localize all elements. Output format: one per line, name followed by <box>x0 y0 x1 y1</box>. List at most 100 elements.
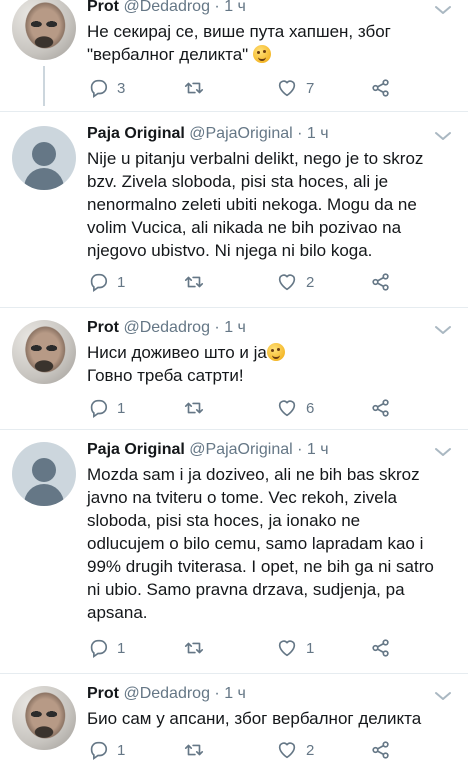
retweet-button[interactable] <box>183 76 213 100</box>
author-handle[interactable]: @Dedadrog <box>123 319 210 336</box>
avatar[interactable] <box>12 0 76 60</box>
tweet-line: sloboda, pisi sta hoces, ja ionako ne <box>87 511 361 530</box>
reply-count: 1 <box>117 273 126 291</box>
retweet-button[interactable] <box>183 738 213 762</box>
author-handle[interactable]: @PajaOriginal <box>189 125 292 142</box>
reply-count: 1 <box>117 639 126 657</box>
separator-dot: · <box>297 441 303 458</box>
chevron-down-icon[interactable] <box>434 4 452 16</box>
chevron-down-icon[interactable] <box>434 324 452 336</box>
share-button[interactable] <box>370 738 392 762</box>
chevron-down-icon[interactable] <box>434 446 452 458</box>
timestamp[interactable]: 1 ч <box>307 125 329 142</box>
tweet-line: njegovo ubistvo. Ni njega ni bilo koga. <box>87 241 373 260</box>
tweet-line: Не секирај се, више пута хапшен, због <box>87 22 391 41</box>
reply-icon <box>90 741 108 761</box>
reply-icon <box>90 399 108 419</box>
share-icon <box>372 639 389 657</box>
share-icon <box>372 273 389 291</box>
tweet-line: nenormalno zeleti ubiti nekoga. Mogu da … <box>87 195 417 214</box>
chevron-down-icon[interactable] <box>434 130 452 142</box>
like-button[interactable]: 2 <box>276 270 314 294</box>
like-button[interactable]: 6 <box>276 396 314 420</box>
avatar[interactable] <box>12 320 76 384</box>
tweet-text: Ниси доживео што и ја Говно треба сатрти… <box>87 341 455 387</box>
retweet-button[interactable] <box>183 270 213 294</box>
retweet-icon <box>184 642 204 654</box>
tweet-line: ni ubio. Samo pravna drzava, sudjenja, p… <box>87 580 405 599</box>
like-button[interactable]: 2 <box>276 738 314 762</box>
tweet[interactable]: Prot @Dedadrog · 1 ч Не секирај се, више… <box>0 0 468 110</box>
retweet-icon <box>184 744 204 756</box>
reply-count: 3 <box>117 79 126 97</box>
avatar[interactable] <box>12 686 76 750</box>
reply-button[interactable]: 1 <box>87 270 125 294</box>
reply-icon <box>90 79 108 99</box>
retweet-button[interactable] <box>183 396 213 420</box>
tweet-line: volim Vucica, ali nikada ne bih pozivao … <box>87 218 402 237</box>
share-icon <box>372 79 389 97</box>
like-button[interactable]: 7 <box>276 76 314 100</box>
heart-icon <box>278 742 296 759</box>
heart-icon <box>278 640 296 657</box>
share-button[interactable] <box>370 396 392 420</box>
share-icon <box>372 399 389 417</box>
separator-dot: · <box>214 685 220 702</box>
conversation-feed: Prot @Dedadrog · 1 ч Не секирај се, више… <box>0 0 468 777</box>
reply-icon <box>90 273 108 293</box>
winking-face-icon <box>252 45 271 63</box>
author-name[interactable]: Paja Original <box>87 125 185 142</box>
timestamp[interactable]: 1 ч <box>224 685 246 702</box>
like-count: 2 <box>306 741 315 759</box>
retweet-icon <box>184 402 204 414</box>
separator-dot: · <box>214 0 220 15</box>
separator-dot: · <box>214 319 220 336</box>
heart-icon <box>278 80 296 97</box>
author-handle[interactable]: @PajaOriginal <box>189 441 292 458</box>
reply-button[interactable]: 1 <box>87 636 125 660</box>
share-button[interactable] <box>370 270 392 294</box>
tweet-line: "вербалног деликта" <box>87 43 455 66</box>
author-name[interactable]: Prot <box>87 0 119 15</box>
like-count: 6 <box>306 399 315 417</box>
retweet-button[interactable] <box>183 636 213 660</box>
reply-button[interactable]: 1 <box>87 396 125 420</box>
author-handle[interactable]: @Dedadrog <box>123 0 210 15</box>
share-button[interactable] <box>370 636 392 660</box>
separator-dot: · <box>297 125 303 142</box>
author-handle[interactable]: @Dedadrog <box>123 685 210 702</box>
tweet-line: Био сам у апсани, због вербалног деликта <box>87 709 422 728</box>
reply-icon <box>90 639 108 659</box>
tweet-line: bzv. Zivela sloboda, pisi sta hoces, ali… <box>87 172 389 191</box>
tweet[interactable]: Paja Original @PajaOriginal · 1 ч Nije u… <box>0 112 468 308</box>
tweet-line: odlucujem o bilo cemu, samo lapradam kao… <box>87 534 424 553</box>
tweet-text: Био сам у апсани, због вербалног деликта <box>87 707 455 730</box>
tweet-text: Nije u pitanju verbalni delikt, nego je … <box>87 147 455 262</box>
share-button[interactable] <box>370 76 392 100</box>
reply-count: 1 <box>117 741 126 759</box>
reply-button[interactable]: 1 <box>87 738 125 762</box>
tweet-text: Не секирај се, више пута хапшен, због "в… <box>87 20 455 66</box>
reply-button[interactable]: 3 <box>87 76 125 100</box>
timestamp[interactable]: 1 ч <box>224 319 246 336</box>
tweet[interactable]: Paja Original @PajaOriginal · 1 ч Mozda … <box>0 430 468 674</box>
like-button[interactable]: 1 <box>276 636 314 660</box>
avatar[interactable] <box>12 442 76 506</box>
winking-face-icon <box>266 343 285 361</box>
tweet[interactable]: Prot @Dedadrog · 1 ч Био сам у апсани, з… <box>0 674 468 777</box>
author-name[interactable]: Prot <box>87 319 119 336</box>
avatar[interactable] <box>12 126 76 190</box>
tweet[interactable]: Prot @Dedadrog · 1 ч Ниси доживео што и … <box>0 308 468 430</box>
tweet-line: 99% drugih tviterasa. I opet, ne bih ga … <box>87 557 434 576</box>
like-count: 7 <box>306 79 315 97</box>
like-count: 1 <box>306 639 315 657</box>
tweet-line: Ниси доживео што и ја <box>87 341 455 364</box>
timestamp[interactable]: 1 ч <box>224 0 246 15</box>
timestamp[interactable]: 1 ч <box>307 441 329 458</box>
heart-icon <box>278 400 296 417</box>
chevron-down-icon[interactable] <box>434 690 452 702</box>
author-name[interactable]: Prot <box>87 685 119 702</box>
author-name[interactable]: Paja Original <box>87 441 185 458</box>
tweet-line: Nije u pitanju verbalni delikt, nego je … <box>87 149 424 168</box>
share-icon <box>372 741 389 759</box>
